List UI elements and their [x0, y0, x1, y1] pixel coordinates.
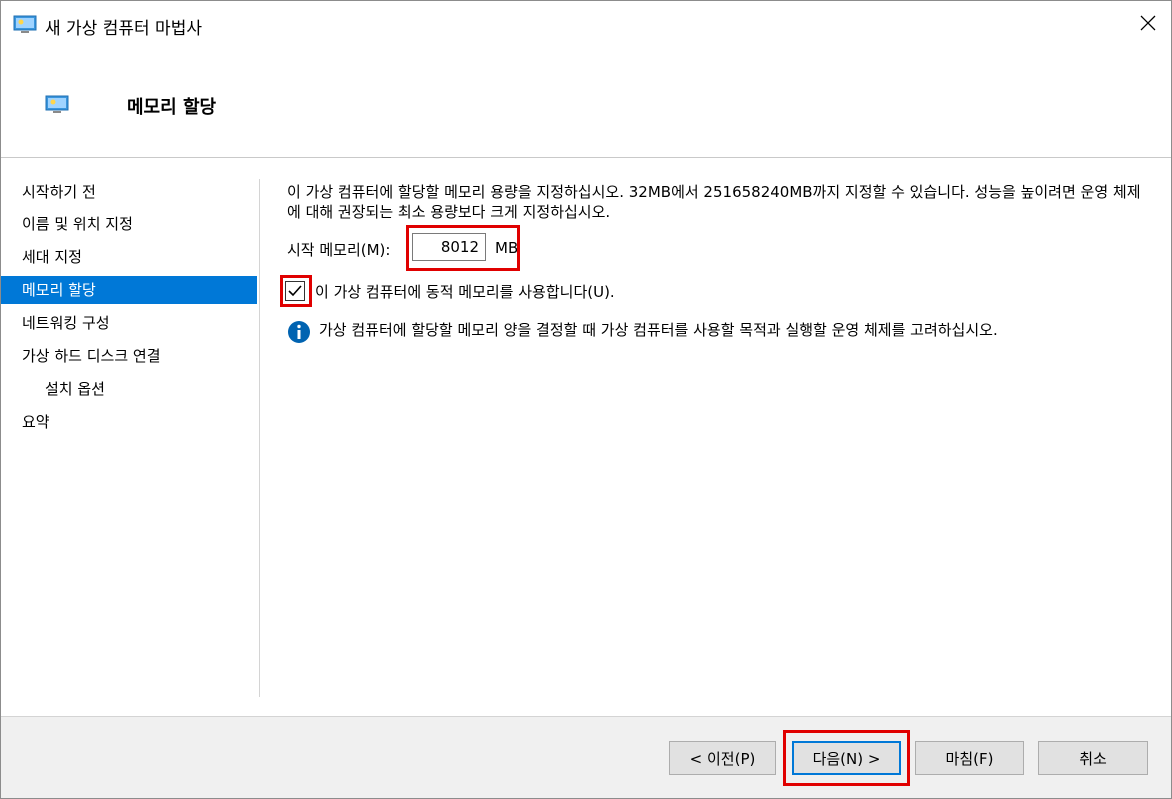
sidebar-item-name-location[interactable]: 이름 및 위치 지정 [1, 210, 257, 238]
memory-description: 이 가상 컴퓨터에 할당할 메모리 용량을 지정하십시오. 32MB에서 251… [287, 183, 1141, 221]
page-title: 메모리 할당 [127, 97, 217, 118]
sidebar-item-generation[interactable]: 세대 지정 [1, 243, 257, 271]
virtual-machine-icon [13, 15, 37, 35]
main-content: 이 가상 컴퓨터에 할당할 메모리 용량을 지정하십시오. 32MB에서 251… [261, 158, 1161, 716]
close-button[interactable] [1125, 1, 1171, 49]
previous-button[interactable]: < 이전(P) [669, 741, 776, 775]
title-bar: 새 가상 컴퓨터 마법사 [1, 1, 1171, 49]
wizard-steps-sidebar: 시작하기 전 이름 및 위치 지정 세대 지정 메모리 할당 네트워킹 구성 가… [1, 158, 259, 716]
wizard-window: 새 가상 컴퓨터 마법사 메모리 할당 시작하기 전 이름 및 위치 지정 세대… [0, 0, 1172, 799]
sidebar-item-summary[interactable]: 요약 [1, 408, 257, 436]
sidebar-item-install-options[interactable]: 설치 옵션 [1, 375, 257, 403]
sidebar-item-virtual-disk[interactable]: 가상 하드 디스크 연결 [1, 342, 257, 370]
finish-button[interactable]: 마침(F) [915, 741, 1024, 775]
dynamic-memory-label[interactable]: 이 가상 컴퓨터에 동적 메모리를 사용합니다(U). [315, 281, 615, 302]
startup-memory-label: 시작 메모리(M): [287, 241, 391, 259]
info-text: 가상 컴퓨터에 할당할 메모리 양을 결정할 때 가상 컴퓨터를 사용할 목적과… [319, 321, 998, 339]
sidebar-divider [259, 179, 260, 697]
checkbox-highlight-box [280, 275, 312, 307]
info-icon [287, 320, 311, 344]
window-title: 새 가상 컴퓨터 마법사 [45, 19, 202, 39]
page-header: 메모리 할당 [1, 49, 1171, 157]
memory-highlight-box [406, 225, 520, 271]
sidebar-item-memory[interactable]: 메모리 할당 [1, 276, 257, 304]
sidebar-item-before-you-begin[interactable]: 시작하기 전 [1, 178, 257, 206]
close-icon [1140, 15, 1156, 35]
wizard-footer: < 이전(P) 다음(N) > 마침(F) 취소 [1, 717, 1171, 798]
cancel-button[interactable]: 취소 [1038, 741, 1148, 775]
sidebar-item-networking[interactable]: 네트워킹 구성 [1, 309, 257, 337]
next-highlight-box [783, 730, 910, 786]
virtual-machine-icon [45, 95, 69, 115]
